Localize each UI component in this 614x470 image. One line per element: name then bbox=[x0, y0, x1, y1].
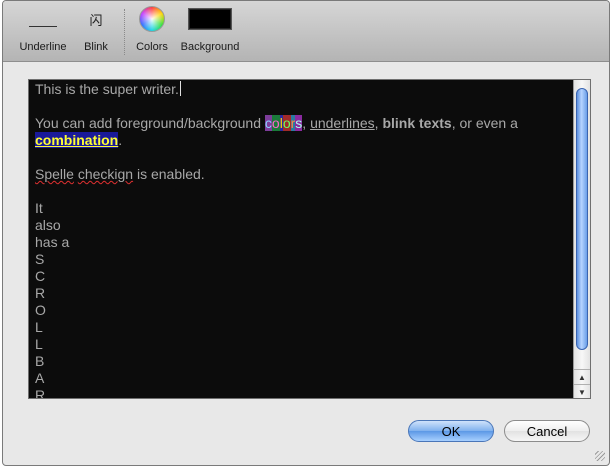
blink-icon: 闪 bbox=[89, 13, 103, 29]
background-tool[interactable]: Background bbox=[177, 1, 243, 61]
text-editor[interactable]: This is the super writer. You can add fo… bbox=[28, 79, 591, 399]
word-line: A bbox=[35, 370, 45, 386]
cancel-button[interactable]: Cancel bbox=[504, 420, 590, 442]
word-line: C bbox=[35, 268, 46, 284]
word-line: L bbox=[35, 319, 43, 335]
word-list: It also has aSCROLLBAR bbox=[35, 200, 565, 399]
word-line: R bbox=[35, 387, 46, 399]
word-line: also bbox=[35, 217, 61, 233]
editor-content[interactable]: This is the super writer. You can add fo… bbox=[35, 81, 565, 399]
colored-letter: o bbox=[271, 115, 280, 131]
blink-label: Blink bbox=[84, 41, 108, 53]
line-spellcheck: Spelle checkign is enabled. bbox=[35, 166, 205, 182]
dialog-window: Underline 闪 Blink Colors Background This… bbox=[2, 0, 610, 466]
word-line: has a bbox=[35, 234, 70, 250]
colors-label: Colors bbox=[136, 41, 168, 53]
scroll-up-arrow-icon[interactable]: ▲ bbox=[574, 369, 590, 385]
underline-tool[interactable]: Underline bbox=[15, 1, 71, 61]
underline-icon bbox=[29, 1, 57, 37]
scroll-down-arrow-icon[interactable]: ▼ bbox=[574, 384, 590, 398]
blink-word: blink texts bbox=[382, 115, 452, 131]
combination-word: combination bbox=[35, 132, 119, 148]
colored-letter: o bbox=[282, 115, 291, 131]
word-line: It bbox=[35, 200, 43, 216]
vertical-scrollbar[interactable]: ▲ ▼ bbox=[573, 80, 590, 398]
misspelled-word: checkign bbox=[77, 166, 134, 182]
colors-word: colors bbox=[264, 115, 303, 131]
background-swatch-icon bbox=[188, 1, 232, 37]
line-title: This is the super writer. bbox=[35, 81, 181, 97]
word-line: L bbox=[35, 336, 43, 352]
colors-tool[interactable]: Colors bbox=[131, 1, 173, 61]
resize-grip-icon[interactable] bbox=[595, 451, 605, 461]
ok-button[interactable]: OK bbox=[408, 420, 494, 442]
background-label: Background bbox=[180, 41, 240, 53]
scrollbar-thumb[interactable] bbox=[576, 88, 588, 350]
line-features: You can add foreground/background colors… bbox=[35, 115, 518, 131]
word-line: S bbox=[35, 251, 45, 267]
misspelled-word: Spelle bbox=[35, 166, 74, 182]
underlines-word: underlines bbox=[310, 115, 375, 131]
word-line: O bbox=[35, 302, 46, 318]
blink-tool[interactable]: 闪 Blink bbox=[77, 1, 115, 61]
toolbar: Underline 闪 Blink Colors Background bbox=[3, 1, 609, 62]
word-line: R bbox=[35, 285, 46, 301]
toolbar-separator bbox=[124, 9, 125, 55]
underline-label: Underline bbox=[19, 41, 67, 53]
color-wheel-icon bbox=[139, 1, 165, 37]
text-caret bbox=[179, 81, 181, 96]
colored-letter: c bbox=[264, 115, 272, 131]
word-line: B bbox=[35, 353, 45, 369]
line-combination: combination. bbox=[35, 132, 123, 148]
